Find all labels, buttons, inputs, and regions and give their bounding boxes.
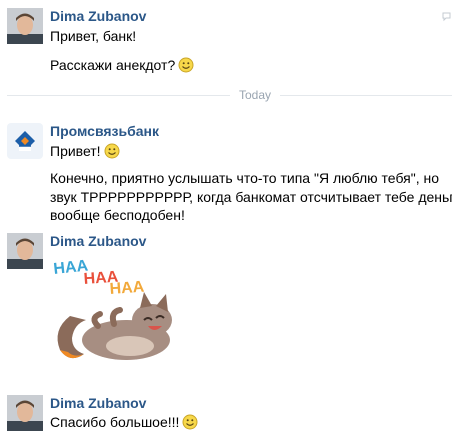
message-text: Расскажи анекдот? bbox=[50, 55, 194, 75]
laughing-cat-sticker-art: HAA HAA HAA bbox=[53, 257, 172, 360]
date-divider-label: Today bbox=[230, 88, 281, 102]
smiley-emoji-icon bbox=[104, 143, 120, 159]
avatar[interactable] bbox=[7, 8, 43, 44]
user-avatar-icon bbox=[7, 8, 43, 44]
message-line: звук ТРРРРРРРРРРР, когда банкомат отсчит… bbox=[50, 189, 452, 205]
message-author[interactable]: Dima Zubanov bbox=[50, 8, 146, 24]
message-line: Привет, банк! bbox=[50, 28, 137, 44]
sticker-text: HAA bbox=[109, 279, 145, 298]
reply-corner-icon[interactable] bbox=[442, 12, 452, 22]
message-line: вообще бесподобен! bbox=[50, 207, 185, 223]
message-text: Привет! bbox=[50, 141, 120, 161]
message-author[interactable]: Dima Zubanov bbox=[50, 233, 146, 249]
smiley-emoji-icon bbox=[182, 414, 198, 430]
message-text: Привет, банк! bbox=[50, 26, 136, 46]
message-author[interactable]: Dima Zubanov bbox=[50, 395, 146, 411]
laughing-cat-sticker[interactable]: HAA HAA HAA bbox=[50, 254, 182, 372]
user-avatar-icon bbox=[7, 233, 43, 269]
message-line: Конечно, приятно услышать что-то типа "Я… bbox=[50, 170, 439, 186]
message-line: Расскажи анекдот? bbox=[50, 57, 176, 73]
message-line: Спасибо большое!!! bbox=[50, 414, 180, 430]
message-line: Привет! bbox=[50, 143, 101, 159]
avatar[interactable] bbox=[7, 233, 43, 269]
bank-logo-icon bbox=[7, 123, 43, 159]
avatar[interactable] bbox=[7, 123, 43, 159]
message-text: Спасибо большое!!! bbox=[50, 412, 198, 432]
message-author[interactable]: Промсвязьбанк bbox=[50, 123, 159, 139]
avatar[interactable] bbox=[7, 395, 43, 431]
smiley-emoji-icon bbox=[178, 57, 194, 73]
user-avatar-icon bbox=[7, 395, 43, 431]
